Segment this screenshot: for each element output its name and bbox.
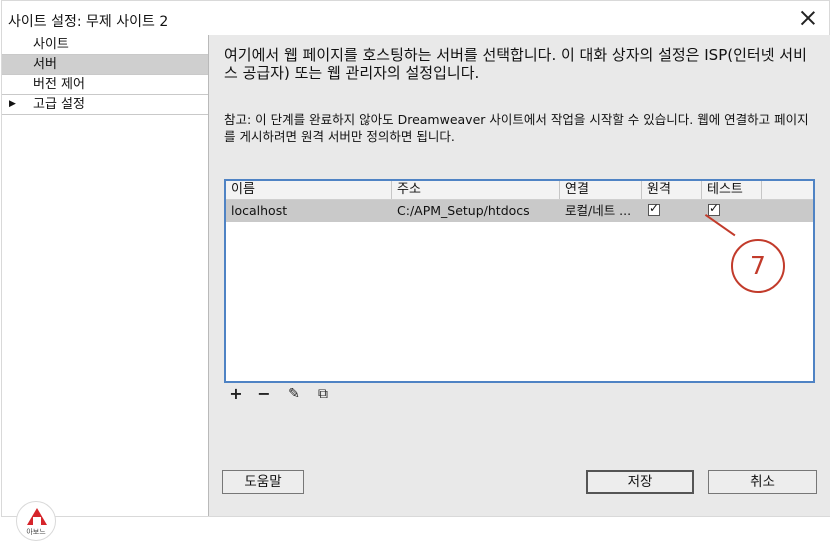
title-bar: 사이트 설정: 무제 사이트 2: [2, 1, 829, 37]
help-button[interactable]: 도움말: [222, 470, 304, 494]
table-row[interactable]: localhost C:/APM_Setup/htdocs 로컬/네트 ...: [226, 200, 813, 222]
plus-icon[interactable]: +: [226, 385, 246, 403]
remote-checkbox[interactable]: [648, 201, 660, 216]
sidebar-item-version-control[interactable]: 버전 제어: [2, 75, 208, 95]
server-address: C:/APM_Setup/htdocs: [397, 203, 530, 218]
server-description: 여기에서 웹 페이지를 호스팅하는 서버를 선택합니다. 이 대화 상자의 설정…: [224, 46, 807, 82]
close-icon[interactable]: [799, 9, 817, 27]
server-table: 이름 주소 연결 원격 테스트 localhost C:/APM_Setup/h…: [224, 179, 815, 383]
server-toolbar: + − ✎ ⧉: [224, 385, 815, 403]
triangle-right-icon[interactable]: ▶: [9, 95, 16, 114]
column-header-address[interactable]: 주소: [392, 181, 560, 199]
pencil-icon[interactable]: ✎: [284, 385, 304, 403]
server-connection: 로컬/네트 ...: [565, 203, 632, 218]
table-header: 이름 주소 연결 원격 테스트: [226, 181, 813, 200]
duplicate-icon[interactable]: ⧉: [313, 385, 333, 403]
sidebar-item-label: 서버: [33, 57, 57, 72]
column-header-connection[interactable]: 연결: [560, 181, 642, 199]
sidebar-item-site[interactable]: 사이트: [2, 35, 208, 55]
logo-text: 아보느: [26, 528, 46, 536]
dialog-title: 사이트 설정: 무제 사이트 2: [8, 14, 169, 30]
test-checkbox[interactable]: [708, 201, 720, 216]
column-header-name[interactable]: 이름: [226, 181, 392, 199]
server-note: 참고: 이 단계를 완료하지 않아도 Dreamweaver 사이트에서 작업을…: [224, 112, 809, 144]
site-settings-dialog: 사이트 설정: 무제 사이트 2 사이트 서버 버전 제어 ▶ 고급 설정 아보…: [1, 0, 830, 541]
sidebar-item-advanced-settings[interactable]: ▶ 고급 설정: [2, 95, 208, 115]
sidebar-item-server[interactable]: 서버: [2, 55, 208, 75]
watermark-logo: 아보느: [16, 501, 56, 541]
column-header-remote[interactable]: 원격: [642, 181, 702, 199]
sidebar-item-label: 버전 제어: [33, 77, 85, 92]
sidebar-item-label: 고급 설정: [33, 97, 85, 112]
minus-icon[interactable]: −: [254, 385, 274, 403]
cancel-button[interactable]: 취소: [708, 470, 817, 494]
save-button[interactable]: 저장: [586, 470, 694, 494]
sidebar: 사이트 서버 버전 제어 ▶ 고급 설정 아보느: [2, 35, 209, 541]
annotation-callout: 7: [731, 239, 785, 293]
column-header-test[interactable]: 테스트: [702, 181, 762, 199]
server-name: localhost: [231, 203, 288, 218]
sidebar-item-label: 사이트: [33, 37, 69, 52]
